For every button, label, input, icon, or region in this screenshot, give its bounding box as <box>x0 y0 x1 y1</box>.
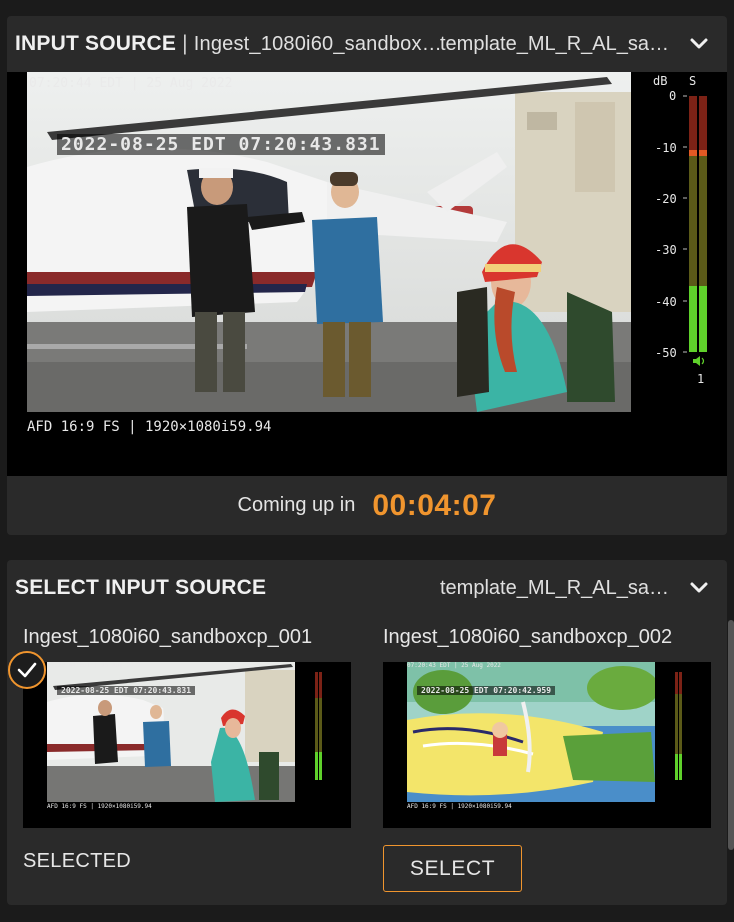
selected-check-icon <box>8 651 46 689</box>
speaker-icon <box>693 356 705 366</box>
thumb-top-timestamp: 07:20:44 EDT | 25 Aug 2022 <box>47 662 141 669</box>
thumb-afd-info: AFD 16:9 FS | 1920×1080i59.94 <box>47 803 152 810</box>
video-afd-info: AFD 16:9 FS | 1920×1080i59.94 <box>27 419 272 435</box>
input-source-header[interactable]: INPUT SOURCE | Ingest_1080i60_sandboxcp_… <box>7 16 727 72</box>
thumb-top-timestamp: 07:20:43 EDT | 25 Aug 2022 <box>407 662 501 669</box>
source-name: Ingest_1080i60_sandboxcp_002 <box>383 626 673 648</box>
source-thumbnail[interactable]: 07:20:43 EDT | 25 Aug 2022 2022-08-25 ED… <box>383 662 711 828</box>
input-source-title: INPUT SOURCE <box>15 32 177 55</box>
source-name: Ingest_1080i60_sandboxcp_001 <box>23 626 313 648</box>
select-input-source-header[interactable]: SELECT INPUT SOURCE template_ML_R_AL_san… <box>7 560 727 616</box>
template-name-text: template_ML_R_AL_sandboxcp <box>440 32 672 55</box>
current-source-name: Ingest_1080i60_sandboxcp_001 <box>193 32 444 55</box>
source-thumbnail[interactable]: 07:20:44 EDT | 25 Aug 2022 2022-08-25 ED… <box>23 662 351 828</box>
header-separator: | <box>182 32 188 55</box>
select-source-button[interactable]: SELECT <box>383 845 522 892</box>
program-video-preview: 07:20:44 EDT | 25 Aug 2022 2022-08-25 ED… <box>7 72 727 476</box>
audio-level-meter: dB S 0 -10 -20 -30 -40 -50 1 <box>647 72 727 412</box>
chevron-down-icon[interactable] <box>685 576 713 600</box>
coming-up-label: Coming up in <box>237 494 356 516</box>
select-input-source-panel: SELECT INPUT SOURCE template_ML_R_AL_san… <box>7 560 727 905</box>
meter-channel-label: 1 <box>697 372 705 386</box>
thumb-burned-timecode: 2022-08-25 EDT 07:20:43.831 <box>57 686 196 695</box>
selected-status: SELECTED <box>23 850 131 872</box>
thumb-burned-timecode: 2022-08-25 EDT 07:20:42.959 <box>417 686 556 695</box>
meter-bars <box>683 95 707 366</box>
source-card-002[interactable]: Ingest_1080i60_sandboxcp_002 07:20:43 ED… <box>383 622 711 828</box>
template-name: template_ML_R_AL_sandboxcp <box>440 16 672 72</box>
select-template-name-text: template_ML_R_AL_sandboxcp <box>440 576 672 599</box>
video-burned-timecode: 2022-08-25 EDT 07:20:43.831 <box>57 134 385 155</box>
input-source-heading: INPUT SOURCE | Ingest_1080i60_sandboxcp_… <box>15 16 444 72</box>
source-card-001[interactable]: Ingest_1080i60_sandboxcp_001 07:20:44 ED… <box>23 622 351 828</box>
video-top-timestamp: 07:20:44 EDT | 25 Aug 2022 <box>29 76 233 91</box>
input-source-panel: INPUT SOURCE | Ingest_1080i60_sandboxcp_… <box>7 16 727 535</box>
video-scene-image <box>27 72 631 412</box>
scrollbar[interactable] <box>728 620 734 850</box>
select-input-source-title: SELECT INPUT SOURCE <box>15 576 267 599</box>
countdown-bar: Coming up in 00:04:07 <box>7 476 727 535</box>
countdown-timer: 00:04:07 <box>372 488 497 522</box>
thumb-afd-info: AFD 16:9 FS | 1920×1080i59.94 <box>407 803 512 810</box>
select-template-name: template_ML_R_AL_sandboxcp <box>440 560 672 616</box>
chevron-down-icon[interactable] <box>685 32 713 56</box>
